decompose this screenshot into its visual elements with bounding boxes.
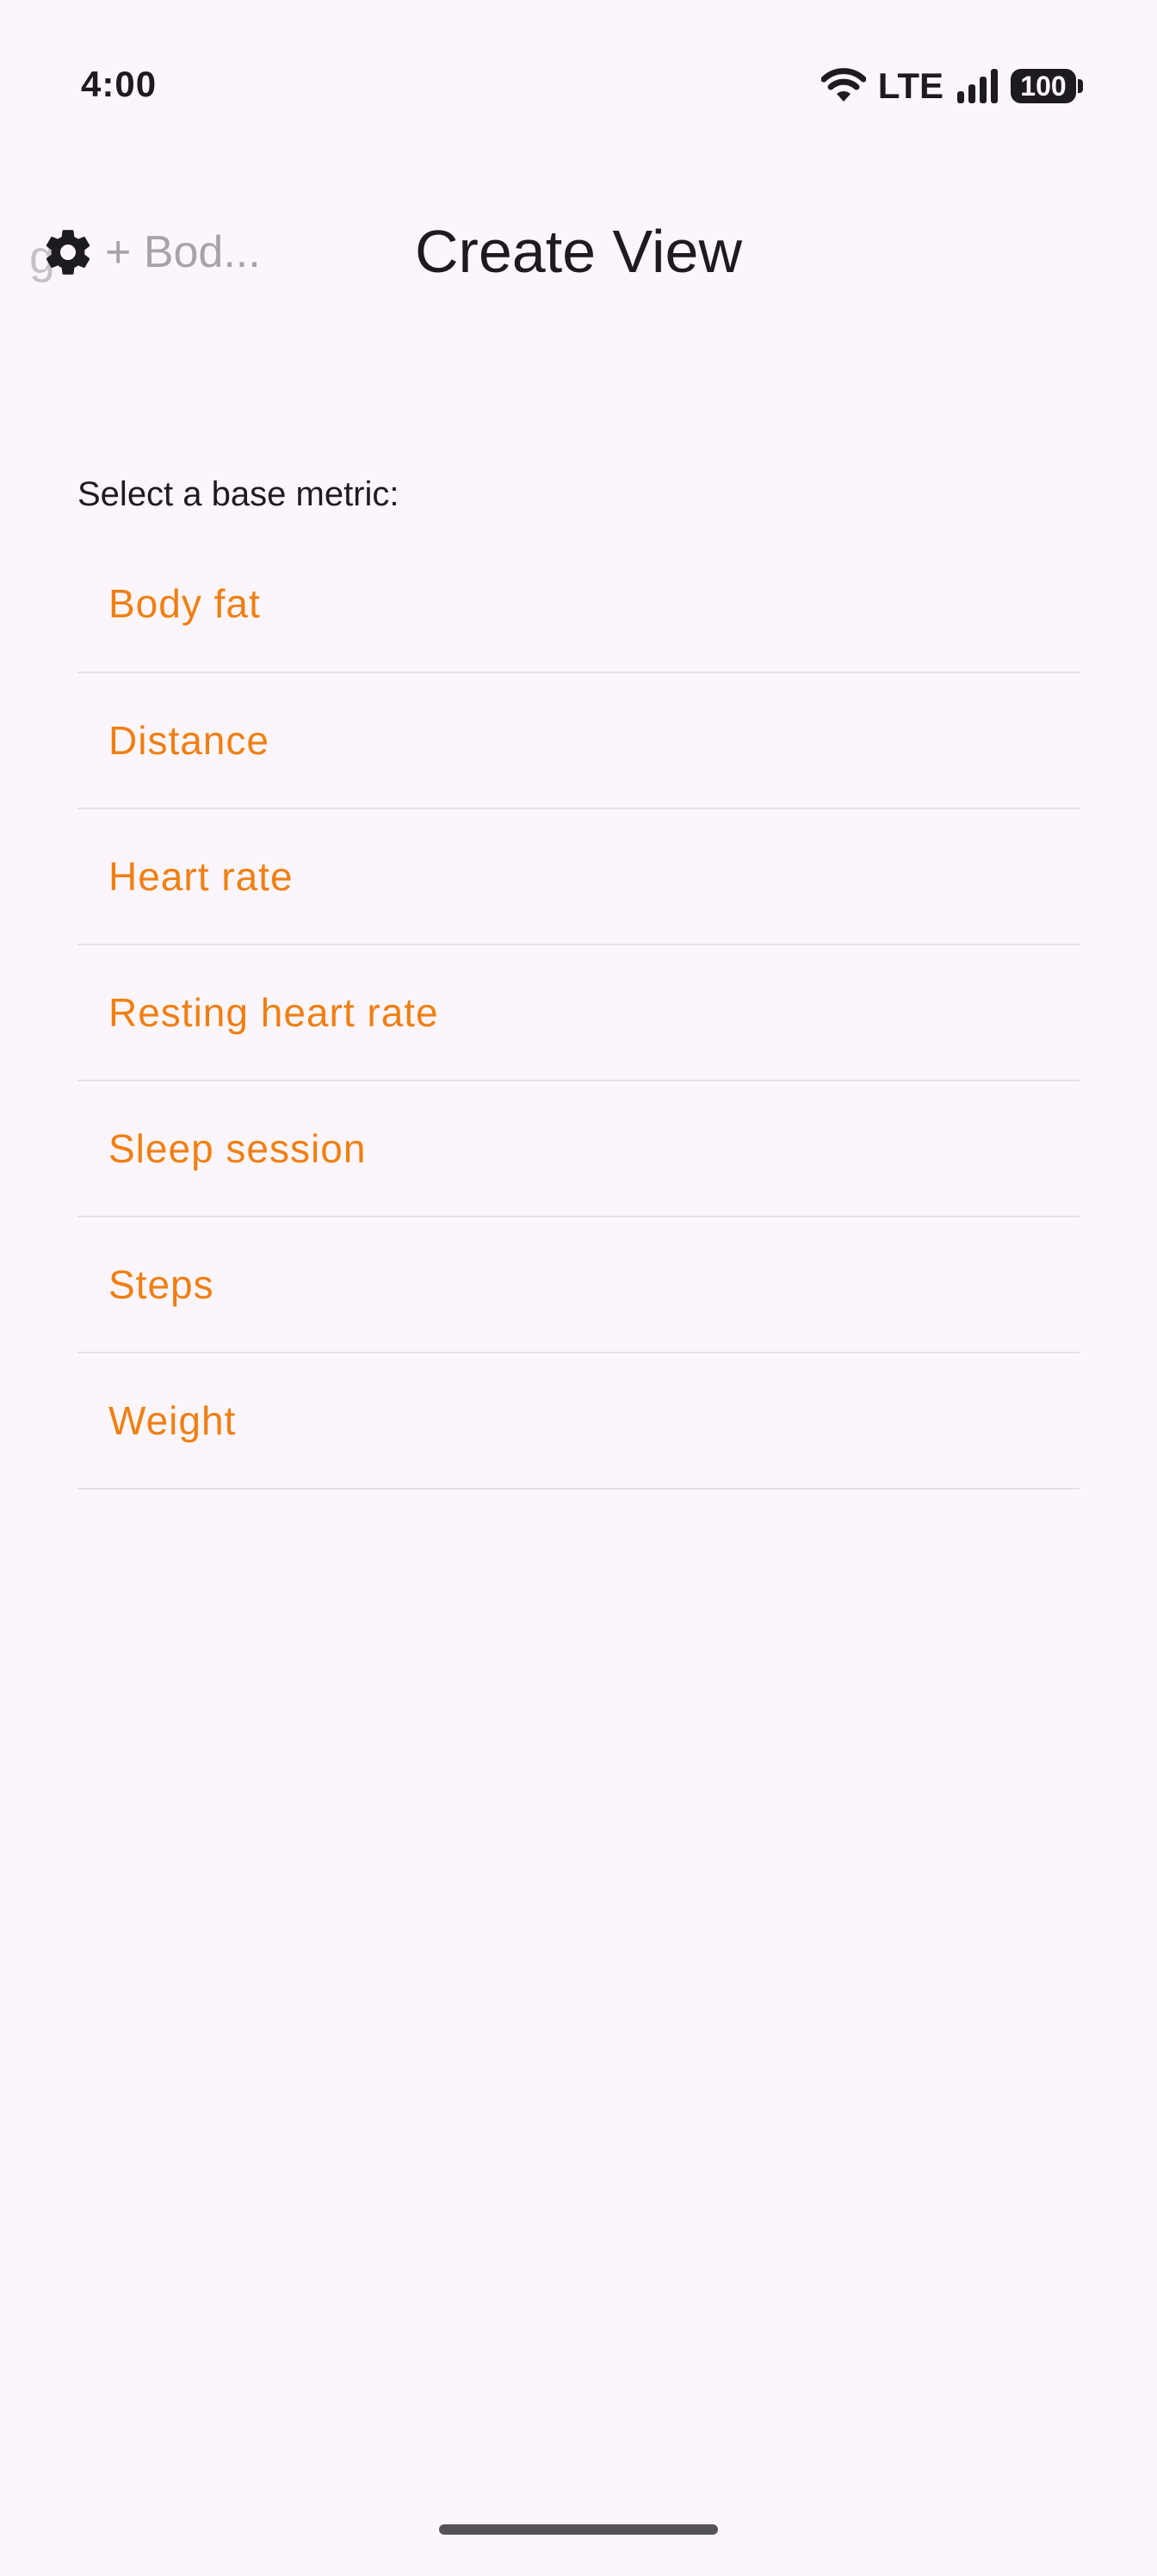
metric-item-resting-heart-rate[interactable]: Resting heart rate — [77, 945, 1080, 1081]
metric-list: Body fat Distance Heart rate Resting hea… — [77, 542, 1080, 1489]
gesture-nav-handle[interactable] — [439, 2524, 718, 2535]
metric-item-body-fat[interactable]: Body fat — [77, 536, 1080, 673]
status-bar: 4:00 LTE 100 — [0, 0, 1157, 172]
metric-item-heart-rate[interactable]: Heart rate — [77, 809, 1080, 945]
metric-label: Distance — [108, 718, 269, 763]
network-type: LTE — [877, 65, 944, 106]
battery-level: 100 — [1020, 71, 1067, 102]
metric-item-distance[interactable]: Distance — [77, 673, 1080, 809]
metric-label: Resting heart rate — [108, 990, 439, 1035]
page-title: Create View — [414, 218, 742, 285]
metric-label: Weight — [108, 1398, 237, 1443]
metric-label: Heart rate — [108, 854, 294, 899]
wifi-icon — [820, 68, 866, 102]
status-time: 4:00 — [81, 64, 158, 104]
battery-icon: 100 — [1011, 69, 1083, 103]
metric-item-sleep-session[interactable]: Sleep session — [77, 1081, 1080, 1217]
metric-label: Sleep session — [108, 1126, 367, 1171]
top-app-bar: g + Bod... Create View — [0, 198, 1157, 310]
metric-label: Body fat — [108, 581, 261, 626]
status-icons: LTE 100 — [820, 64, 1083, 108]
section-label: Select a base metric: — [77, 475, 399, 513]
metric-item-weight[interactable]: Weight — [77, 1353, 1080, 1489]
metric-label: Steps — [108, 1262, 214, 1307]
metric-item-steps[interactable]: Steps — [77, 1217, 1080, 1353]
signal-icon — [957, 69, 998, 103]
